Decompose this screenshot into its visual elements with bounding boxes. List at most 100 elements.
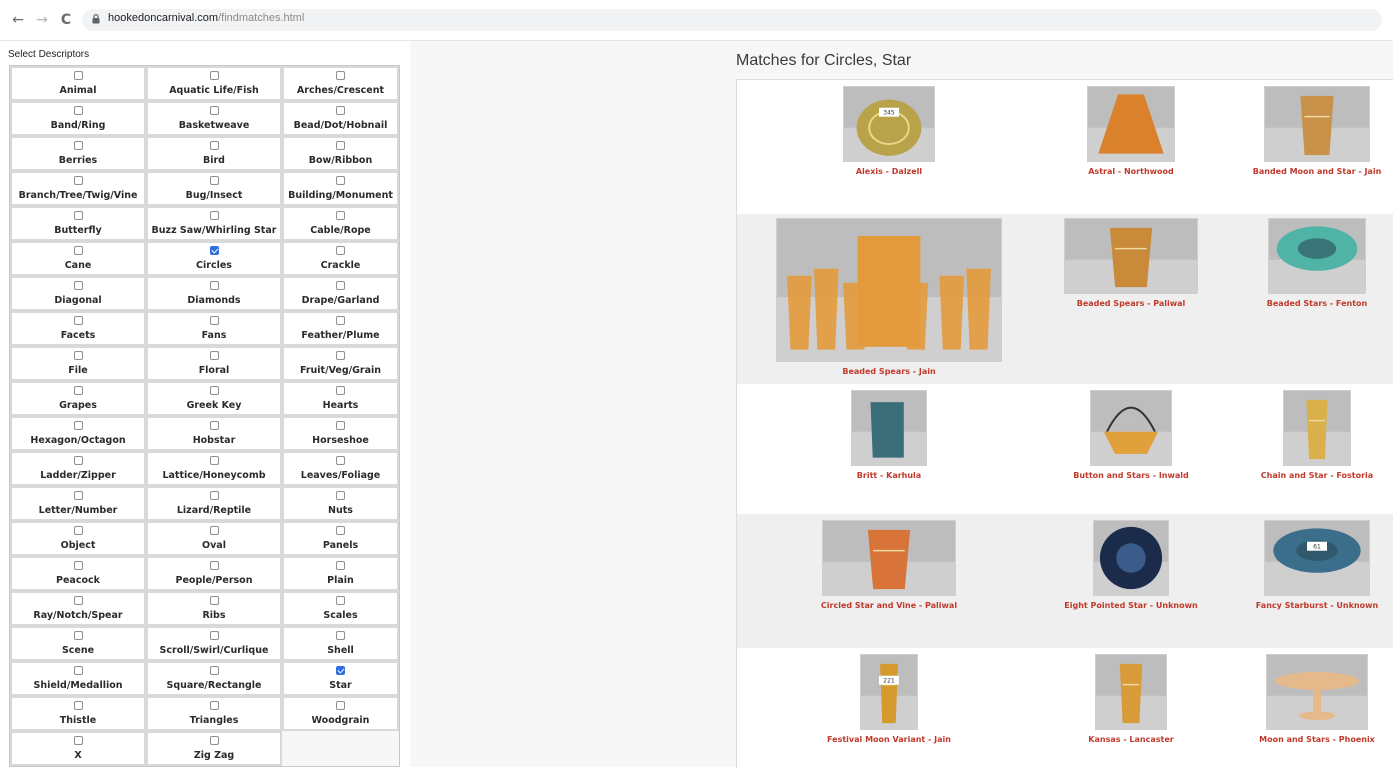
descriptor-checkbox[interactable]	[209, 141, 219, 150]
descriptor-checkbox[interactable]	[73, 421, 83, 430]
match-item[interactable]: Eight Pointed Star - Unknown	[1031, 520, 1231, 610]
match-thumbnail[interactable]	[1264, 86, 1370, 162]
match-link[interactable]: Kansas - Lancaster	[1088, 735, 1173, 744]
match-link[interactable]: Chain and Star - Fostoria	[1261, 471, 1373, 480]
descriptor-checkbox[interactable]	[73, 631, 83, 640]
match-link[interactable]: Eight Pointed Star - Unknown	[1064, 601, 1197, 610]
descriptor-checkbox[interactable]	[73, 736, 83, 745]
descriptor-checkbox[interactable]	[336, 561, 345, 570]
descriptor-option[interactable]: Lattice/Honeycomb	[146, 451, 282, 486]
descriptor-option[interactable]: Hexagon/Octagon	[10, 416, 146, 451]
descriptor-option[interactable]: Oval	[146, 521, 282, 556]
descriptor-option[interactable]: Fans	[146, 311, 282, 346]
descriptor-checkbox[interactable]	[73, 176, 83, 185]
descriptor-checkbox[interactable]	[209, 596, 219, 605]
descriptor-option[interactable]: Woodgrain	[282, 696, 399, 731]
descriptor-checkbox[interactable]	[209, 351, 219, 360]
match-item[interactable]: Beaded Spears - Jain	[776, 218, 1002, 376]
descriptor-checkbox[interactable]	[73, 491, 83, 500]
match-thumbnail[interactable]	[1064, 218, 1198, 294]
descriptor-option[interactable]: Circles	[146, 241, 282, 276]
descriptor-checkbox[interactable]	[73, 71, 83, 80]
descriptor-checkbox[interactable]	[336, 211, 345, 220]
descriptor-option[interactable]: Band/Ring	[10, 101, 146, 136]
descriptor-option[interactable]: Drape/Garland	[282, 276, 399, 311]
match-link[interactable]: Fancy Starburst - Unknown	[1256, 601, 1378, 610]
descriptor-option[interactable]: Peacock	[10, 556, 146, 591]
descriptor-checkbox[interactable]	[209, 701, 219, 710]
descriptor-option[interactable]: Cable/Rope	[282, 206, 399, 241]
match-item[interactable]: 61 Fancy Starburst - Unknown	[1217, 520, 1393, 610]
match-link[interactable]: Astral - Northwood	[1088, 167, 1174, 176]
descriptor-checkbox[interactable]	[209, 211, 219, 220]
descriptor-checkbox[interactable]	[73, 141, 83, 150]
descriptor-option[interactable]: Triangles	[146, 696, 282, 731]
descriptor-option[interactable]: Ray/Notch/Spear	[10, 591, 146, 626]
match-item[interactable]: Kansas - Lancaster	[1031, 654, 1231, 744]
descriptor-option[interactable]: Cane	[10, 241, 146, 276]
descriptor-checkbox[interactable]	[336, 526, 345, 535]
match-thumbnail[interactable]: 61	[1264, 520, 1370, 596]
descriptor-checkbox[interactable]	[73, 106, 83, 115]
descriptor-option[interactable]: X	[10, 731, 146, 766]
descriptor-checkbox[interactable]	[209, 561, 219, 570]
descriptor-checkbox[interactable]	[336, 596, 345, 605]
match-link[interactable]: Beaded Spears - Jain	[842, 367, 935, 376]
descriptor-option[interactable]: Arches/Crescent	[282, 66, 399, 101]
match-item[interactable]: Circled Star and Vine - Paliwal	[789, 520, 989, 610]
descriptor-checkbox[interactable]	[209, 736, 219, 745]
match-item[interactable]: Button and Stars - Inwald	[1031, 390, 1231, 480]
descriptor-checkbox[interactable]	[73, 596, 83, 605]
descriptor-option[interactable]: Ladder/Zipper	[10, 451, 146, 486]
match-thumbnail[interactable]	[851, 390, 927, 466]
descriptor-option[interactable]: Crackle	[282, 241, 399, 276]
descriptor-option[interactable]: Grapes	[10, 381, 146, 416]
match-thumbnail[interactable]	[1283, 390, 1351, 466]
descriptor-option[interactable]: Bird	[146, 136, 282, 171]
descriptor-option[interactable]: Star	[282, 661, 399, 696]
descriptor-option[interactable]: Nuts	[282, 486, 399, 521]
descriptor-checkbox[interactable]	[73, 281, 83, 290]
match-link[interactable]: Festival Moon Variant - Jain	[827, 735, 951, 744]
descriptor-checkbox[interactable]	[209, 666, 219, 675]
descriptor-checkbox[interactable]	[336, 106, 345, 115]
descriptor-option[interactable]: Basketweave	[146, 101, 282, 136]
descriptor-checkbox[interactable]	[73, 526, 83, 535]
match-item[interactable]: 345 Alexis - Dalzell	[789, 86, 989, 176]
descriptor-option[interactable]: Zig Zag	[146, 731, 282, 766]
descriptor-checkbox[interactable]	[209, 491, 219, 500]
descriptor-option[interactable]: Panels	[282, 521, 399, 556]
descriptor-option[interactable]: Buzz Saw/Whirling Star	[146, 206, 282, 241]
match-thumbnail[interactable]	[776, 218, 1002, 362]
match-link[interactable]: Moon and Stars - Phoenix	[1259, 735, 1375, 744]
descriptor-checkbox[interactable]	[336, 631, 345, 640]
match-item[interactable]: 221 Festival Moon Variant - Jain	[789, 654, 989, 744]
match-item[interactable]: Beaded Stars - Fenton	[1217, 218, 1393, 308]
match-link[interactable]: Beaded Spears - Paliwal	[1077, 299, 1186, 308]
descriptor-checkbox[interactable]	[73, 666, 83, 675]
descriptor-checkbox[interactable]	[209, 386, 219, 395]
descriptor-option[interactable]: Hearts	[282, 381, 399, 416]
match-thumbnail[interactable]: 345	[843, 86, 935, 162]
descriptor-option[interactable]: Animal	[10, 66, 146, 101]
descriptor-checkbox[interactable]	[73, 246, 83, 255]
descriptor-checkbox[interactable]	[336, 491, 345, 500]
match-item[interactable]: Chain and Star - Fostoria	[1217, 390, 1393, 480]
descriptor-option[interactable]: Object	[10, 521, 146, 556]
descriptor-checkbox[interactable]	[336, 141, 345, 150]
match-thumbnail[interactable]	[822, 520, 956, 596]
descriptor-option[interactable]: Greek Key	[146, 381, 282, 416]
descriptor-checkbox[interactable]	[336, 246, 345, 255]
match-thumbnail[interactable]	[1090, 390, 1172, 466]
match-link[interactable]: Beaded Stars - Fenton	[1267, 299, 1367, 308]
descriptor-checkbox[interactable]	[209, 106, 219, 115]
match-item[interactable]: Beaded Spears - Paliwal	[1031, 218, 1231, 308]
descriptor-option[interactable]: Shell	[282, 626, 399, 661]
match-link[interactable]: Banded Moon and Star - Jain	[1253, 167, 1382, 176]
descriptor-checkbox[interactable]	[209, 71, 219, 80]
descriptor-checkbox[interactable]	[209, 421, 219, 430]
descriptor-option[interactable]: Berries	[10, 136, 146, 171]
match-item[interactable]: Moon and Stars - Phoenix	[1217, 654, 1393, 744]
descriptor-option[interactable]: Diamonds	[146, 276, 282, 311]
descriptor-checkbox[interactable]	[336, 421, 345, 430]
